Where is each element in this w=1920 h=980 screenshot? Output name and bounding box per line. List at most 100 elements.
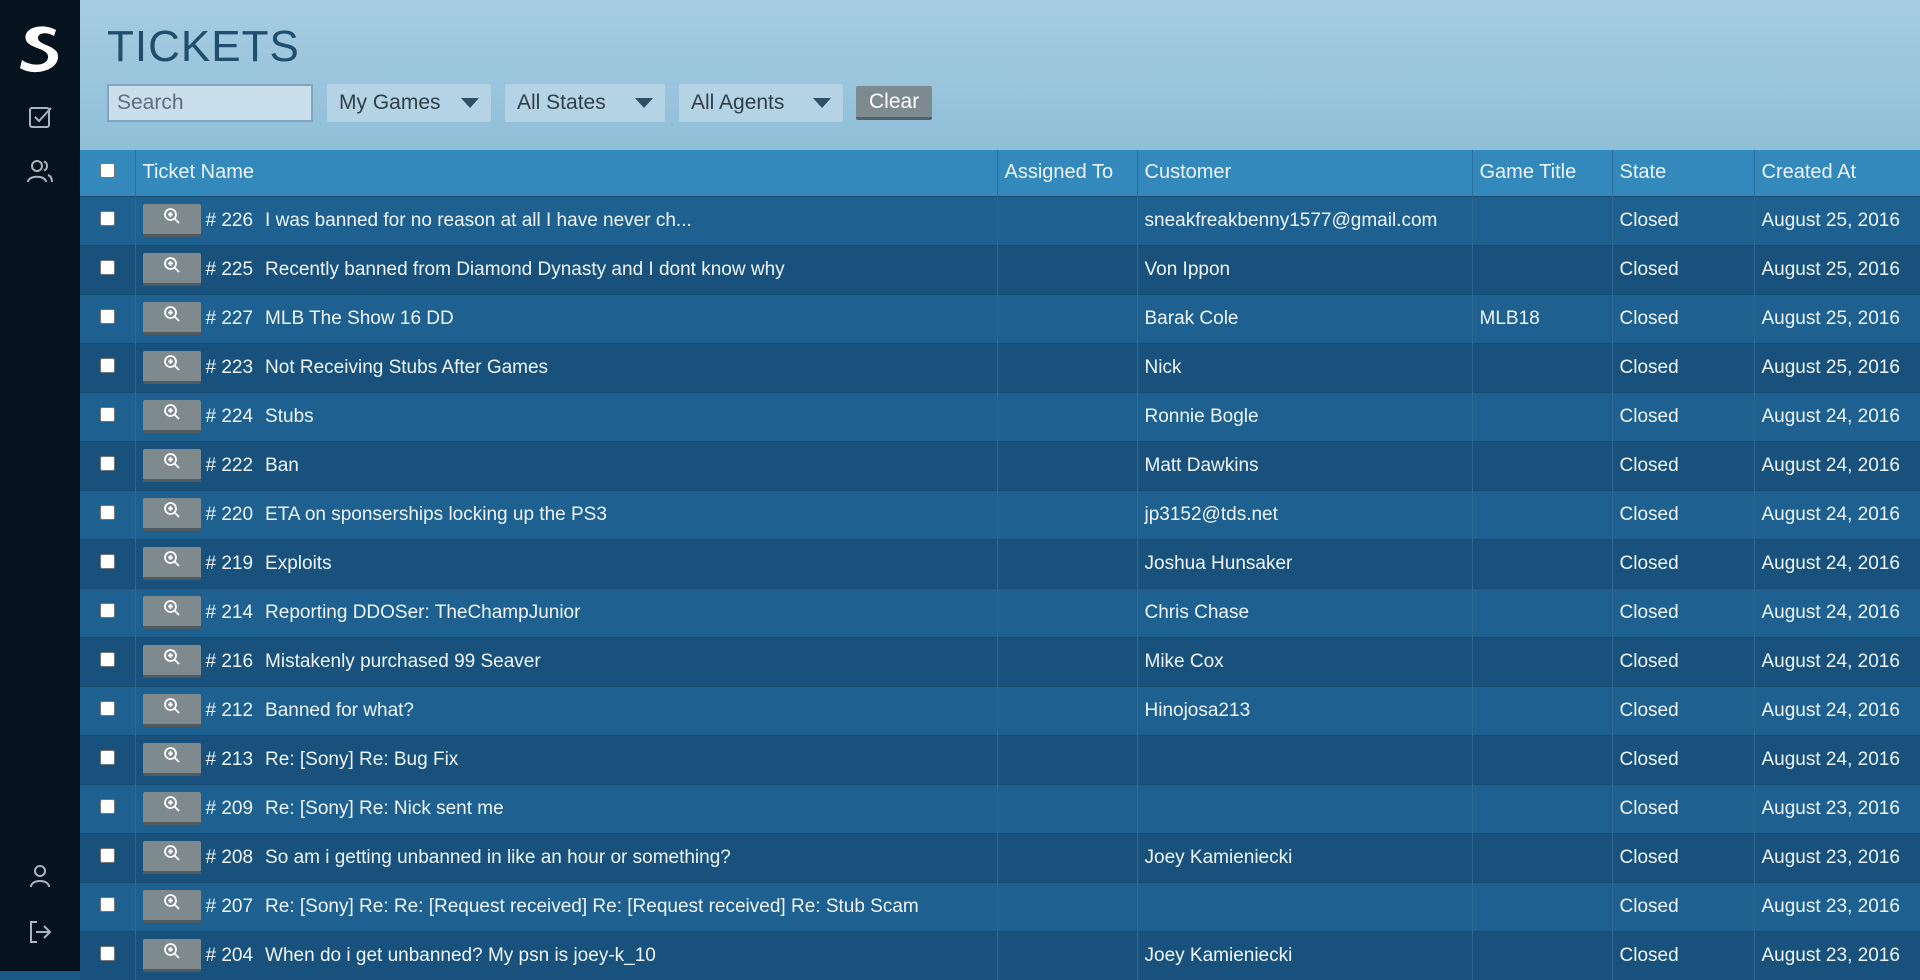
search-input[interactable] [107, 84, 313, 122]
row-checkbox[interactable] [99, 602, 115, 618]
game-title-cell [1472, 244, 1613, 294]
nav-users-icon[interactable] [23, 154, 57, 188]
ticket-title-link[interactable]: MLB The Show 16 DD [265, 308, 454, 330]
ticket-title-link[interactable]: When do i get unbanned? My psn is joey-k… [265, 945, 656, 967]
view-ticket-button[interactable] [142, 939, 201, 972]
created-at-cell: August 24, 2016 [1754, 734, 1920, 784]
customer-cell: Hinojosa213 [1137, 685, 1473, 735]
ticket-number: # 204 [205, 944, 254, 966]
ticket-name-cell: # 225 Recently banned from Diamond Dynast… [135, 244, 998, 294]
table-row[interactable]: # 213 Re: [Sony] Re: Bug Fix Closed August … [80, 734, 1920, 784]
view-ticket-button[interactable] [142, 302, 201, 335]
table-row[interactable]: # 225 Recently banned from Diamond Dynast… [80, 244, 1920, 294]
ticket-title-link[interactable]: I was banned for no reason at all I have… [265, 210, 692, 232]
customer-cell [1137, 881, 1473, 931]
row-checkbox[interactable] [99, 896, 115, 912]
ticket-name-cell: # 226 I was banned for no reason at all I… [135, 195, 998, 245]
ticket-title-link[interactable]: Reporting DDOSer: TheChampJunior [265, 602, 580, 624]
table-row[interactable]: # 219 Exploits Joshua Hunsaker Closed August… [80, 538, 1920, 588]
table-row[interactable]: # 214 Reporting DDOSer: TheChampJunior Chr… [80, 587, 1920, 637]
ticket-title-link[interactable]: Re: [Sony] Re: Bug Fix [265, 749, 458, 771]
ticket-title-link[interactable]: So am i getting unbanned in like an hour… [265, 847, 731, 869]
table-row[interactable]: # 209 Re: [Sony] Re: Nick sent me Closed Au… [80, 783, 1920, 833]
column-header-state[interactable]: State [1612, 150, 1755, 196]
row-checkbox[interactable] [99, 798, 115, 814]
row-checkbox[interactable] [99, 308, 115, 324]
column-header-ticket-name[interactable]: Ticket Name [135, 150, 998, 196]
row-checkbox[interactable] [99, 455, 115, 471]
zoom-in-icon [163, 501, 181, 525]
view-ticket-button[interactable] [142, 400, 201, 433]
row-checkbox[interactable] [99, 357, 115, 373]
view-ticket-button[interactable] [142, 204, 201, 237]
view-ticket-button[interactable] [142, 547, 201, 580]
column-header-customer[interactable]: Customer [1137, 150, 1473, 196]
table-row[interactable]: # 220 ETA on sponserships locking up the … [80, 489, 1920, 539]
ticket-title-link[interactable]: ETA on sponserships locking up the PS3 [265, 504, 607, 526]
ticket-title-link[interactable]: Re: [Sony] Re: Re: [Request received] Re… [265, 896, 919, 918]
nav-tickets-icon[interactable] [23, 100, 57, 134]
view-ticket-button[interactable] [142, 645, 201, 678]
tickets-table: Ticket Name Assigned To Customer Game Ti… [80, 150, 1920, 980]
ticket-number: # 223 [205, 356, 254, 378]
table-row[interactable]: # 212 Banned for what? Hinojosa213 Closed Au… [80, 685, 1920, 735]
select-all-checkbox[interactable] [99, 163, 115, 179]
profile-icon[interactable] [23, 859, 57, 893]
clear-button[interactable]: Clear [856, 86, 933, 120]
assigned-to-cell [997, 587, 1138, 637]
app-logo-icon[interactable] [12, 20, 68, 76]
view-ticket-button[interactable] [142, 351, 201, 384]
row-checkbox[interactable] [99, 210, 115, 226]
view-ticket-button[interactable] [142, 498, 201, 531]
ticket-title-link[interactable]: Stubs [265, 406, 314, 428]
view-ticket-button[interactable] [142, 596, 201, 629]
games-dropdown[interactable]: My Games [327, 84, 491, 122]
row-checkbox[interactable] [99, 700, 115, 716]
ticket-title-link[interactable]: Ban [265, 455, 299, 477]
view-ticket-button[interactable] [142, 253, 201, 286]
ticket-title-link[interactable]: Mistakenly purchased 99 Seaver [265, 651, 541, 673]
row-checkbox[interactable] [99, 504, 115, 520]
zoom-in-icon [163, 452, 181, 476]
view-ticket-button[interactable] [142, 890, 201, 923]
view-ticket-button[interactable] [142, 743, 201, 776]
row-checkbox[interactable] [99, 259, 115, 275]
view-ticket-button[interactable] [142, 841, 201, 874]
states-dropdown[interactable]: All States [505, 84, 665, 122]
row-checkbox[interactable] [99, 945, 115, 961]
table-row[interactable]: # 227 MLB The Show 16 DD Barak Cole MLB18 Cl… [80, 293, 1920, 343]
view-ticket-button[interactable] [142, 449, 201, 482]
row-checkbox[interactable] [99, 651, 115, 667]
table-row[interactable]: # 207 Re: [Sony] Re: Re: [Request receive… [80, 881, 1920, 931]
table-row[interactable]: # 222 Ban Matt Dawkins Closed August 24, 201… [80, 440, 1920, 490]
ticket-title-link[interactable]: Exploits [265, 553, 332, 575]
column-header-game-title[interactable]: Game Title [1472, 150, 1613, 196]
table-row[interactable]: # 224 Stubs Ronnie Bogle Closed August 24, 2… [80, 391, 1920, 441]
row-checkbox[interactable] [99, 406, 115, 422]
game-title-cell [1472, 587, 1613, 637]
view-ticket-button[interactable] [142, 792, 201, 825]
ticket-number: # 213 [205, 748, 254, 770]
view-ticket-button[interactable] [142, 694, 201, 727]
ticket-title-link[interactable]: Re: [Sony] Re: Nick sent me [265, 798, 504, 820]
table-row[interactable]: # 226 I was banned for no reason at all I… [80, 195, 1920, 245]
table-row[interactable]: # 223 Not Receiving Stubs After Games Nick… [80, 342, 1920, 392]
row-checkbox[interactable] [99, 553, 115, 569]
row-select-cell [80, 832, 136, 882]
zoom-in-icon [163, 844, 181, 868]
logout-icon[interactable] [23, 915, 57, 949]
table-row[interactable]: # 216 Mistakenly purchased 99 Seaver Mike … [80, 636, 1920, 686]
agents-dropdown[interactable]: All Agents [679, 84, 843, 122]
created-at-cell: August 23, 2016 [1754, 832, 1920, 882]
ticket-title-link[interactable]: Not Receiving Stubs After Games [265, 357, 548, 379]
ticket-title-link[interactable]: Recently banned from Diamond Dynasty and… [265, 259, 785, 281]
ticket-title-link[interactable]: Banned for what? [265, 700, 414, 722]
zoom-in-icon [163, 599, 181, 623]
table-row[interactable]: # 208 So am i getting unbanned in like an… [80, 832, 1920, 882]
column-header-assigned-to[interactable]: Assigned To [997, 150, 1138, 196]
table-row[interactable]: # 204 When do i get unbanned? My psn is j… [80, 930, 1920, 980]
row-checkbox[interactable] [99, 847, 115, 863]
state-cell: Closed [1612, 440, 1755, 490]
row-checkbox[interactable] [99, 749, 115, 765]
column-header-created-at[interactable]: Created At [1754, 150, 1920, 196]
